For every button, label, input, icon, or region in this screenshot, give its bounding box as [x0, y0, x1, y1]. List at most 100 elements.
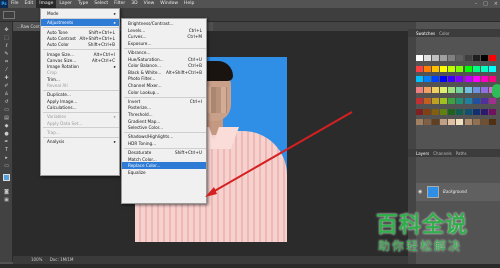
color-swatch[interactable] [416, 108, 423, 115]
tab-paths[interactable]: Paths [456, 151, 467, 156]
tool-preset-icon[interactable] [3, 11, 15, 19]
color-swatch[interactable] [464, 108, 472, 115]
color-swatch[interactable] [488, 119, 496, 126]
color-swatch[interactable] [472, 76, 480, 83]
color-swatch[interactable] [456, 87, 464, 94]
color-swatch[interactable] [464, 55, 472, 61]
color-swatch[interactable] [424, 119, 432, 126]
color-swatch[interactable] [416, 87, 423, 94]
color-swatch[interactable] [488, 97, 496, 104]
quick-select-tool-icon[interactable]: ✎ [3, 52, 10, 57]
menu-item-color-lookup[interactable]: Color Lookup... [122, 89, 206, 96]
menu-item-hdr-toning[interactable]: HDR Toning... [122, 140, 206, 147]
color-swatch[interactable] [480, 108, 488, 115]
move-tool-icon[interactable]: ✥ [3, 28, 10, 33]
crop-tool-icon[interactable]: ⌗ [3, 60, 10, 65]
color-swatch[interactable] [440, 65, 448, 72]
color-swatch[interactable] [432, 97, 440, 104]
menu-file[interactable]: File [8, 0, 22, 8]
menu-item-equalize[interactable]: Equalize [122, 169, 206, 176]
tab-swatches[interactable]: Swatches [416, 31, 435, 36]
color-swatch[interactable] [456, 108, 464, 115]
color-swatch[interactable] [488, 108, 496, 115]
menu-item-analysis[interactable]: Analysis ▸ [41, 138, 119, 145]
layer-row-background[interactable]: ◉ Background [416, 183, 500, 201]
color-swatch[interactable] [464, 65, 472, 72]
menu-item-trap[interactable]: Trap... [41, 129, 119, 136]
brush-tool-icon[interactable]: ✐ [3, 84, 10, 89]
minimize-icon[interactable]: – [475, 0, 478, 8]
menu-3d[interactable]: 3D [128, 0, 140, 8]
zoom-level[interactable]: 100% [31, 257, 42, 262]
menu-window[interactable]: Window [157, 0, 181, 8]
lasso-tool-icon[interactable]: ℓ [3, 44, 10, 49]
menu-item-mode[interactable]: Mode ▸ [41, 10, 119, 17]
path-select-icon[interactable]: ▸ [3, 156, 10, 161]
close-icon[interactable]: × [494, 0, 498, 8]
color-swatch[interactable] [448, 55, 456, 61]
color-swatch[interactable] [424, 87, 432, 94]
color-swatch[interactable] [432, 108, 440, 115]
color-swatch[interactable] [416, 119, 423, 126]
color-swatch[interactable] [432, 76, 440, 83]
dodge-tool-icon[interactable]: ● [3, 132, 10, 137]
color-swatch[interactable] [416, 65, 423, 72]
color-swatch[interactable] [448, 119, 456, 126]
color-swatch[interactable] [432, 119, 440, 126]
color-swatch[interactable] [424, 65, 432, 72]
color-swatch[interactable] [432, 65, 440, 72]
eye-icon[interactable]: ◉ [418, 189, 422, 195]
color-swatch[interactable] [480, 55, 488, 61]
color-swatch[interactable] [472, 119, 480, 126]
menu-filter[interactable]: Filter [111, 0, 128, 8]
color-swatch[interactable] [424, 76, 432, 83]
color-swatch[interactable] [416, 97, 423, 104]
maximize-icon[interactable]: □ [483, 0, 488, 8]
pen-tool-icon[interactable]: ✒ [3, 140, 10, 145]
color-swatch[interactable] [416, 76, 423, 83]
menu-image[interactable]: Image [36, 0, 57, 8]
blur-tool-icon[interactable]: ◆ [3, 124, 10, 129]
color-swatch[interactable] [464, 76, 472, 83]
color-swatch[interactable] [440, 55, 448, 61]
menu-type[interactable]: Type [75, 0, 91, 8]
menu-item-exposure[interactable]: Exposure... [122, 40, 206, 47]
color-swatch[interactable] [440, 76, 448, 83]
color-swatch[interactable] [424, 55, 432, 61]
color-swatch[interactable] [472, 87, 480, 94]
color-swatch[interactable] [480, 119, 488, 126]
eyedropper-tool-icon[interactable]: ⁄ [3, 68, 10, 73]
color-swatch[interactable] [472, 108, 480, 115]
color-swatch[interactable] [424, 97, 432, 104]
foreground-color-swatch[interactable] [3, 174, 10, 181]
menu-item-adjustments[interactable]: Adjustments ▸ [41, 19, 119, 27]
color-swatch[interactable] [456, 76, 464, 83]
menu-layer[interactable]: Layer [56, 0, 75, 8]
color-swatch[interactable] [416, 55, 423, 61]
color-swatch[interactable] [488, 76, 496, 83]
color-swatch[interactable] [440, 87, 448, 94]
color-swatch[interactable] [456, 65, 464, 72]
marquee-tool-icon[interactable]: ⬚ [3, 36, 10, 41]
color-swatch[interactable] [456, 97, 464, 104]
color-swatch[interactable] [440, 108, 448, 115]
color-swatch[interactable] [488, 65, 496, 72]
tab-layers[interactable]: Layers [416, 151, 429, 156]
menu-help[interactable]: Help [181, 0, 197, 8]
color-swatch[interactable] [456, 119, 464, 126]
quick-mask-icon[interactable]: ◙ [3, 190, 10, 195]
color-swatch[interactable] [432, 87, 440, 94]
menu-item-apply-data-set[interactable]: Apply Data Set... [41, 120, 119, 127]
color-swatch[interactable] [432, 55, 440, 61]
color-swatch[interactable] [480, 97, 488, 104]
tab-channels[interactable]: Channels [433, 151, 452, 156]
menu-item-calculations[interactable]: Calculations... [41, 104, 119, 111]
color-swatch[interactable] [464, 87, 472, 94]
type-tool-icon[interactable]: T [3, 148, 10, 153]
menu-edit[interactable]: Edit [22, 0, 37, 8]
shape-tool-icon[interactable]: ▭ [3, 164, 10, 169]
color-swatch[interactable] [480, 76, 488, 83]
stamp-tool-icon[interactable]: ♙ [3, 92, 10, 97]
healing-tool-icon[interactable]: ✚ [3, 76, 10, 81]
color-swatch[interactable] [464, 119, 472, 126]
